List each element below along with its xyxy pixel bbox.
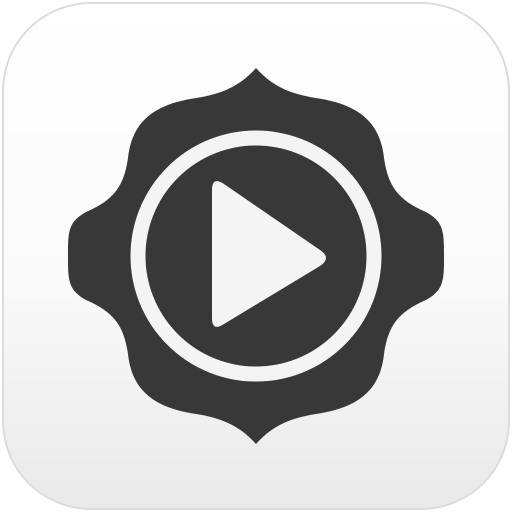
- app-icon[interactable]: [0, 0, 512, 512]
- app-icon-stage: [0, 0, 512, 512]
